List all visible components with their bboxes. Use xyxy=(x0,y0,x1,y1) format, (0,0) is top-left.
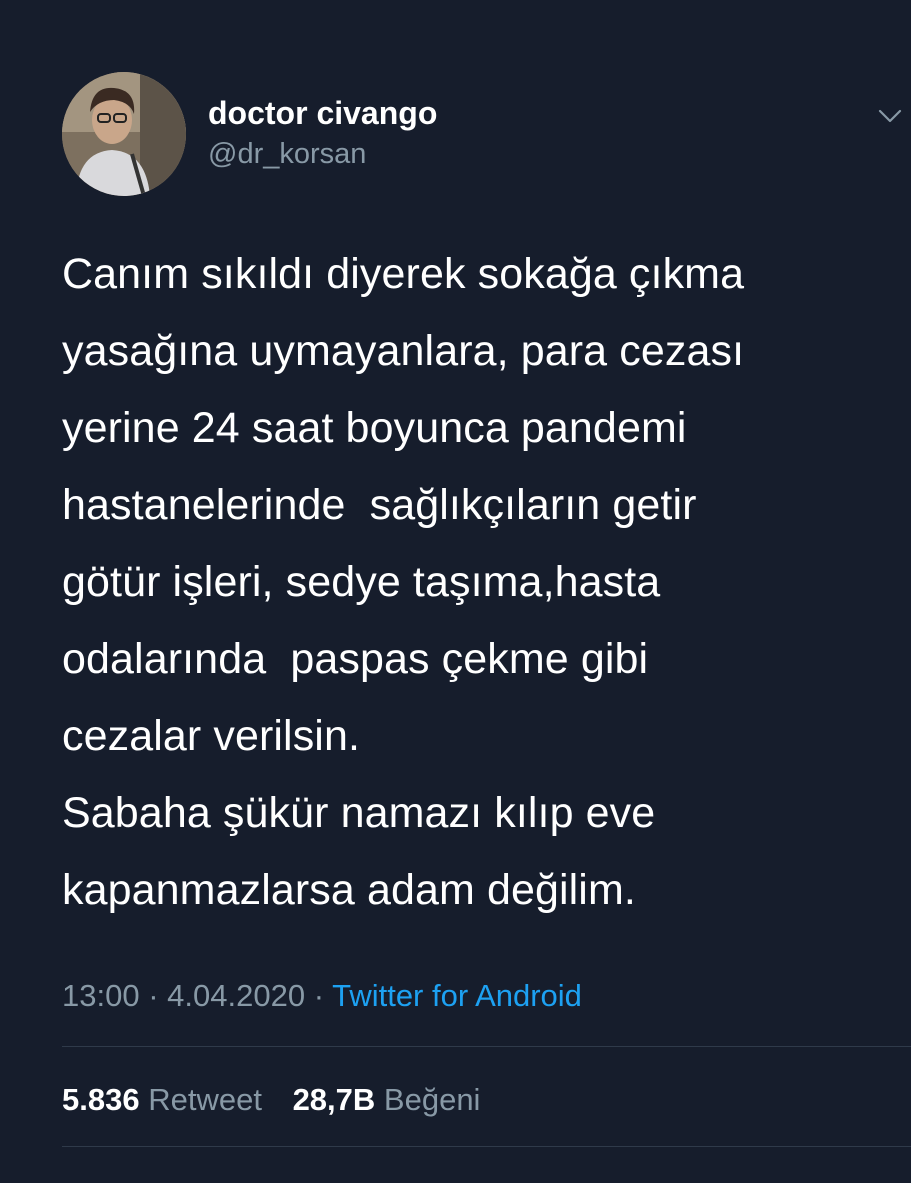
retweet-label: Retweet xyxy=(148,1082,262,1117)
user-info: doctor civango @dr_korsan xyxy=(208,94,437,172)
likes-stat[interactable]: 28,7B Beğeni xyxy=(293,1078,481,1122)
tweet-source-link[interactable]: Twitter for Android xyxy=(332,978,582,1013)
meta-separator: · xyxy=(148,978,159,1013)
tweet-text: Canım sıkıldı diyerek sokağa çıkma yasağ… xyxy=(62,250,745,914)
meta-separator: · xyxy=(313,978,325,1013)
tweet-card: doctor civango @dr_korsan Canım sıkıldı … xyxy=(0,0,911,1183)
tweet-meta: 13:00 · 4.04.2020 · Twitter for Android xyxy=(62,974,582,1018)
user-handle[interactable]: @dr_korsan xyxy=(208,136,437,172)
like-count: 28,7B xyxy=(292,1082,376,1117)
divider xyxy=(62,1046,911,1047)
avatar-photo-icon xyxy=(62,72,186,196)
retweet-count: 5.836 xyxy=(62,1082,140,1117)
avatar[interactable] xyxy=(62,72,186,196)
tweet-date[interactable]: 4.04.2020 xyxy=(167,978,305,1013)
tweet-header: doctor civango @dr_korsan xyxy=(62,72,902,196)
display-name[interactable]: doctor civango xyxy=(208,94,437,132)
tweet-time[interactable]: 13:00 xyxy=(62,978,140,1013)
chevron-down-icon[interactable] xyxy=(876,102,904,130)
tweet-stats: 5.836 Retweet 28,7B Beğeni xyxy=(62,1078,480,1122)
like-label: Beğeni xyxy=(383,1082,481,1117)
retweets-stat[interactable]: 5.836 Retweet xyxy=(62,1078,262,1122)
divider xyxy=(62,1146,911,1147)
